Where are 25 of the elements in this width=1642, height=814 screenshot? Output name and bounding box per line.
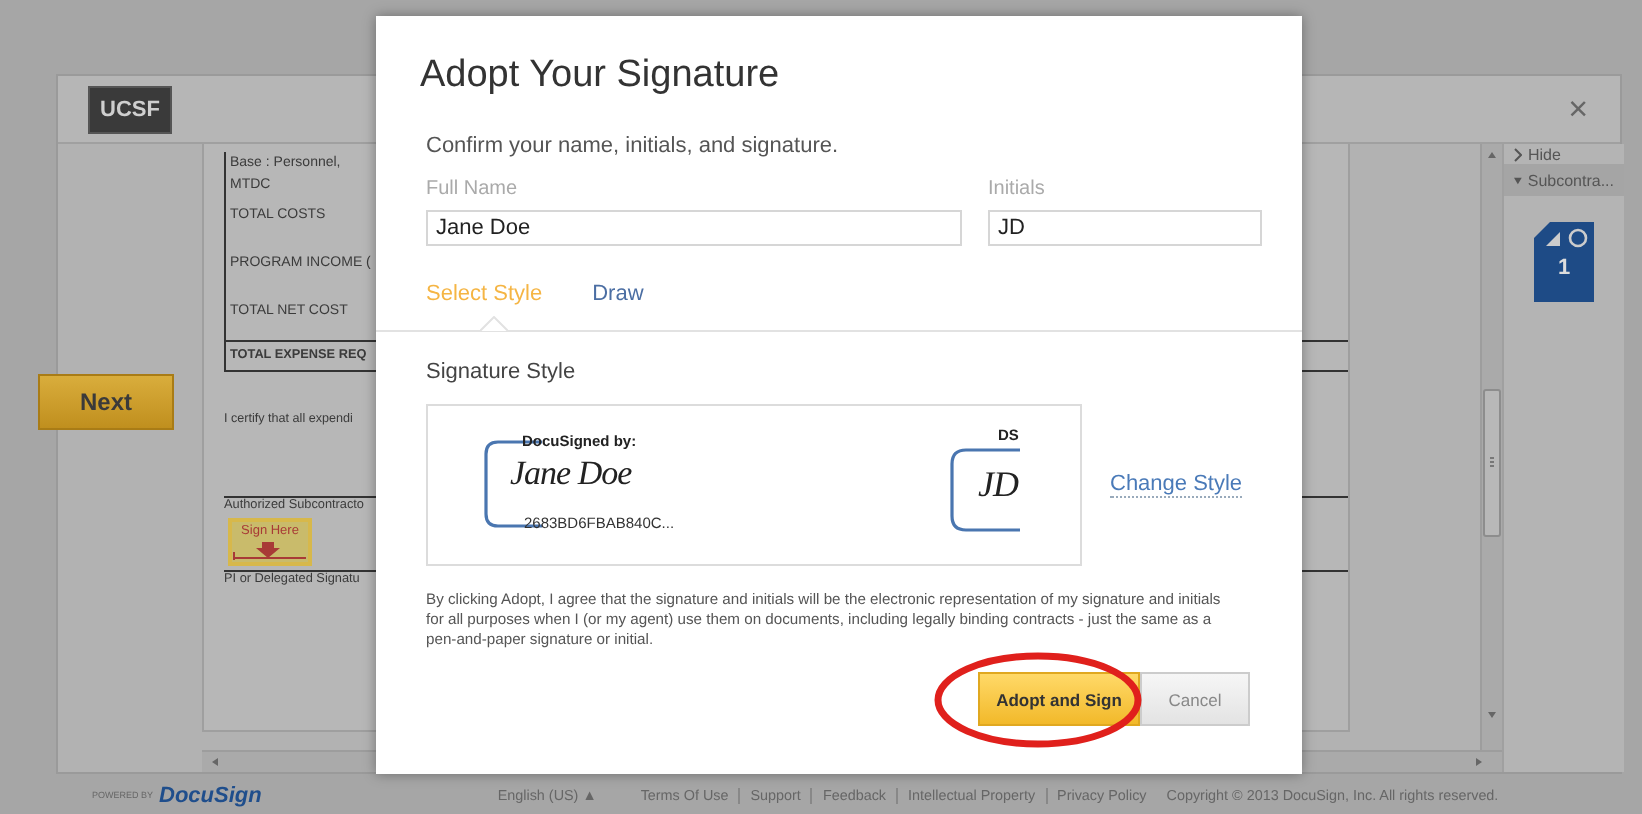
page-thumbnail[interactable]: 1 — [1534, 222, 1594, 302]
brand-logo: DocuSign — [159, 783, 262, 807]
initials-text: JD — [978, 464, 1018, 506]
close-button[interactable]: × — [1568, 92, 1588, 126]
dialog-title: Adopt Your Signature — [420, 52, 782, 100]
initials-bracket — [950, 448, 1022, 532]
style-tab[interactable]: Draw — [592, 280, 644, 308]
instruction-text: Confirm your name, initials, and signature. — [426, 132, 841, 160]
cancel-button[interactable]: Cancel — [1140, 672, 1250, 727]
field-label: Full Name — [426, 178, 520, 202]
logo: UCSF — [88, 85, 172, 133]
text-field[interactable]: Jane Doe — [426, 210, 962, 246]
text-field[interactable]: JD — [988, 210, 1262, 246]
triangle-icon — [1514, 175, 1522, 185]
change-style-link[interactable]: Change Style — [1110, 472, 1243, 498]
signature-text: Jane Doe — [510, 454, 632, 494]
adopt-button[interactable]: Adopt and Sign — [978, 672, 1140, 727]
document-section-toggle[interactable]: Subcontra... — [1504, 164, 1624, 196]
field-label: Initials — [988, 178, 1047, 202]
next-button[interactable]: Next — [38, 374, 174, 430]
hide-button[interactable]: Hide — [1504, 144, 1624, 164]
section-heading: Signature Style — [426, 358, 578, 386]
arrow-icon — [232, 542, 308, 562]
style-tab[interactable]: Select Style — [426, 280, 543, 308]
chevron-icon — [1514, 147, 1522, 161]
